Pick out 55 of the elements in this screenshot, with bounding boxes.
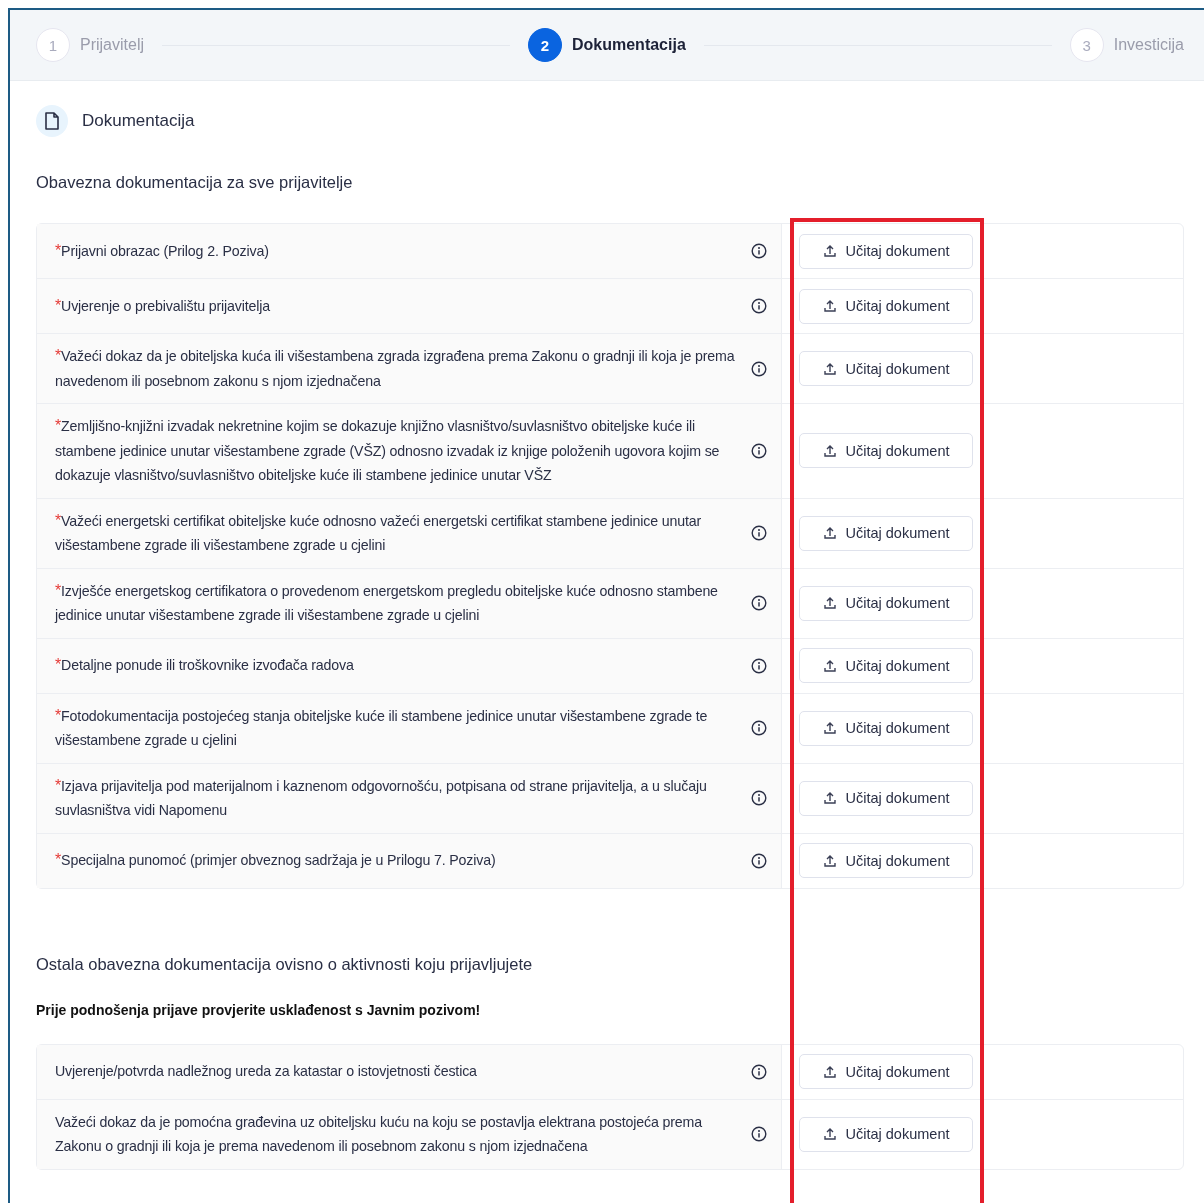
info-icon[interactable]: [751, 852, 767, 869]
upload-icon: [822, 361, 837, 376]
document-label: *Zemljišno-knjižni izvadak nekretnine kojim se dokazuje knjižno vlasništvo/suvlasništvo obiteljske kuće ili stambene jedinice unutar višestambene zgrade (VŠZ) odnosno izvadak iz knjige položenih ugovora kojim se dokazuje vlasništvo/suvlasništvo obiteljske kuće ili stambene jedinice unutar VŠZ: [55, 416, 721, 485]
document-label: *Detaljne ponude ili troškovnike izvođača radova: [55, 655, 355, 676]
step-number[interactable]: 2: [528, 28, 562, 62]
upload-icon: [822, 244, 837, 258]
upload-button[interactable]: Učitaj dokument: [799, 1054, 973, 1089]
upload-button[interactable]: Učitaj dokument: [799, 780, 973, 816]
document-label: *Izvješće energetskog certifikatora o provedenom energetskom pregledu obiteljske kuće odnosno stambene jedinice unutar višestambene zgrade ili višestambene zgrade u cjelini: [55, 580, 719, 625]
document-icon: [36, 105, 68, 137]
document-label: *Važeći dokaz da je obiteljska kuća ili višestambena zgrada izgrađena prema Zakonu o gradnji ili koja je prema navedenom ili posebnom zakonu s njom izjednačena: [55, 346, 736, 391]
upload-icon: [822, 1064, 837, 1079]
upload-button[interactable]: Učitaj dokument: [799, 288, 973, 324]
step-label[interactable]: Dokumentacija: [572, 36, 686, 54]
upload-icon: [822, 596, 837, 610]
info-icon[interactable]: [751, 1126, 767, 1142]
upload-button[interactable]: Učitaj dokument: [799, 1116, 973, 1152]
document-label: *Važeći energetski certifikat obiteljske kuće odnosno važeći energetski certifikat stambene jedinice unutar višestambene zgrade ili višestambene zgrade u cjelini: [55, 510, 703, 555]
document-label: *Uvjerenje o prebivalištu prijavitelja: [55, 295, 272, 316]
group-title: Obavezna dokumentacija za sve prijavitelje: [36, 173, 354, 192]
info-icon[interactable]: [751, 360, 767, 377]
upload-button[interactable]: Učitaj dokument: [799, 843, 973, 878]
document-label: *Prijavni obrazac (Prilog 2. Poziva): [55, 240, 270, 261]
upload-icon: [822, 1127, 837, 1141]
info-icon[interactable]: [751, 595, 767, 611]
document-label: *Fotodokumentacija postojećeg stanja obiteljske kuće ili stambene jedinice unutar višestambene zgrade te višestambene zgrade u cjelini: [55, 705, 709, 750]
info-icon[interactable]: [751, 525, 767, 541]
upload-button[interactable]: Učitaj dokument: [799, 585, 973, 621]
upload-icon: [822, 721, 837, 735]
info-icon[interactable]: [751, 790, 767, 806]
document-label: *Izjava prijavitelja pod materijalnom i kaznenom odgovornošću, potpisana od strane prijavitelja, a u slučaju suvlasništva vidi Napomenu: [55, 775, 708, 820]
section-title: Dokumentacija: [82, 111, 195, 131]
upload-button[interactable]: Učitaj dokument: [799, 351, 973, 386]
info-icon[interactable]: [751, 442, 767, 459]
info-icon[interactable]: [751, 243, 767, 259]
upload-icon: [822, 443, 837, 458]
upload-button[interactable]: Učitaj dokument: [799, 433, 973, 469]
document-label: Važeći dokaz da je pomoćna građevina uz obiteljsku kuću na koju se postavlja elektrana postojeća prema Zakonu o gradnji ili koja je prema navedenom ili posebnom zakonu s njom izjednačena: [55, 1112, 703, 1156]
document-label: Uvjerenje/potvrda nadležnog ureda za katastar o istovjetnosti čestica: [55, 1062, 478, 1082]
upload-icon: [822, 299, 837, 313]
upload-button[interactable]: Učitaj dokument: [799, 648, 973, 683]
info-icon[interactable]: [751, 657, 767, 674]
info-icon[interactable]: [751, 720, 767, 736]
upload-icon: [822, 526, 837, 540]
upload-button[interactable]: Učitaj dokument: [799, 515, 973, 551]
warning-note: Prije podnošenja prijave provjerite usklađenost s Javnim pozivom!: [36, 1001, 482, 1018]
upload-button[interactable]: Učitaj dokument: [799, 710, 973, 746]
info-icon[interactable]: [751, 298, 767, 314]
upload-icon: [822, 658, 837, 673]
upload-icon: [822, 791, 837, 805]
document-label: *Specijalna punomoć (primjer obveznog sadržaja je u Prilogu 7. Poziva): [55, 850, 497, 871]
group-title: Ostala obavezna dokumentacija ovisno o aktivnosti koju prijavljujete: [36, 954, 534, 974]
upload-icon: [822, 853, 837, 868]
info-icon[interactable]: [751, 1063, 767, 1080]
upload-button[interactable]: Učitaj dokument: [799, 233, 973, 269]
